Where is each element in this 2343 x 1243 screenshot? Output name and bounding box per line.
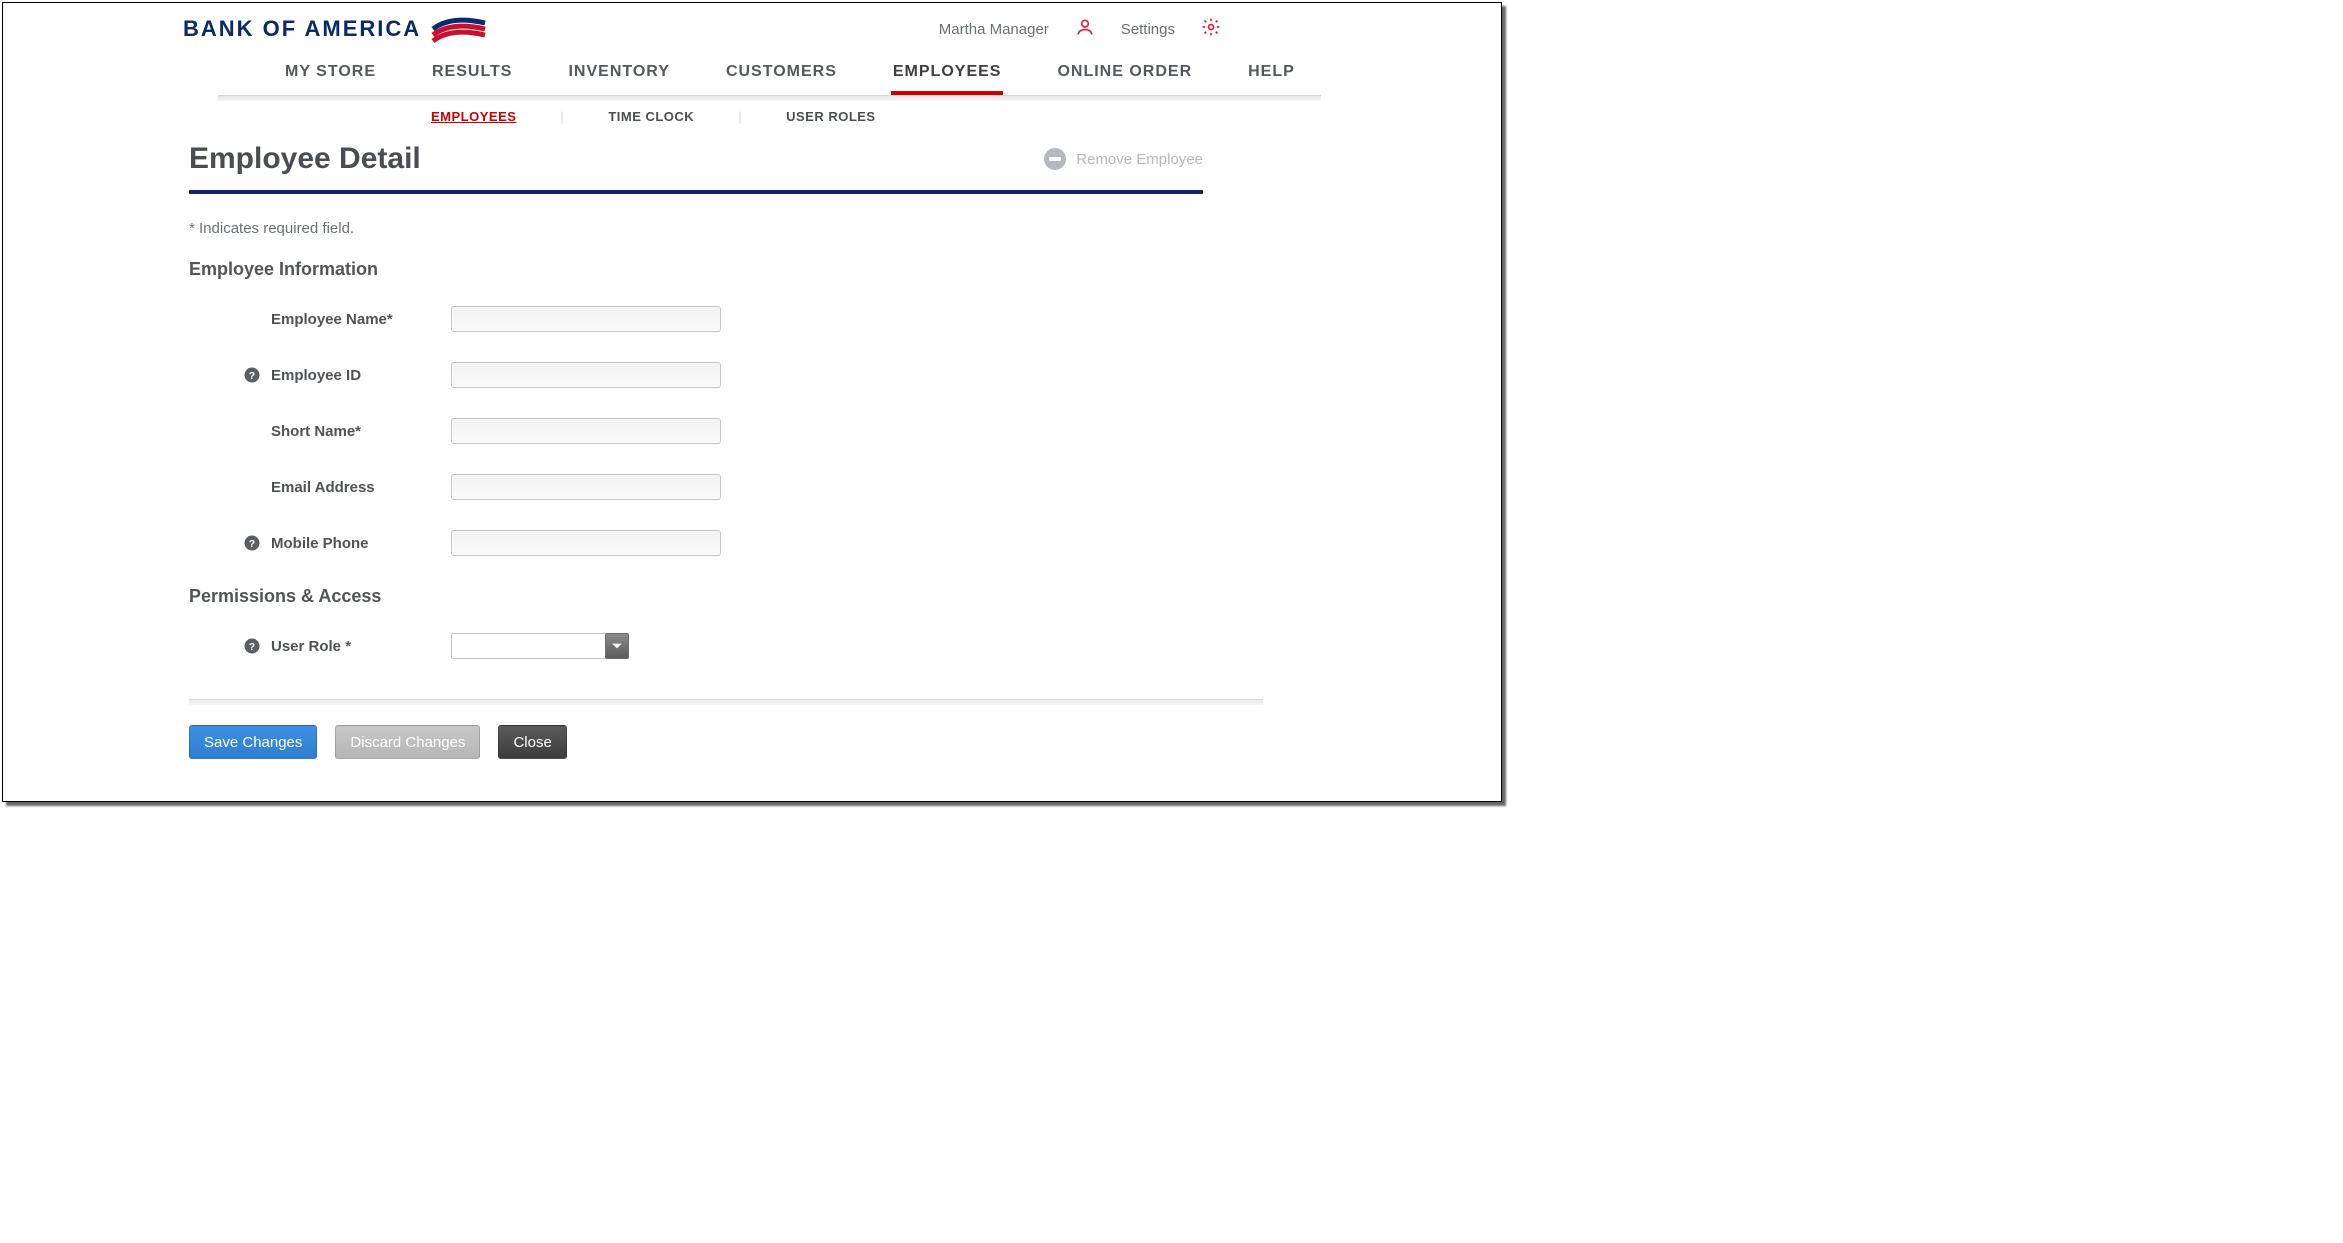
select-user-role-value — [451, 633, 605, 659]
app-window: BANK OF AMERICA Martha Manager Settings — [2, 2, 1502, 802]
subtab-employees[interactable]: EMPLOYEES — [423, 109, 524, 124]
label-user-role: User Role * — [271, 638, 441, 655]
subtab-user-roles[interactable]: USER ROLES — [778, 109, 884, 124]
brand-logo: BANK OF AMERICA — [183, 15, 487, 43]
minus-circle-icon — [1044, 148, 1066, 170]
row-mobile: ? Mobile Phone — [189, 530, 1203, 556]
remove-employee-label: Remove Employee — [1076, 151, 1203, 168]
discard-button[interactable]: Discard Changes — [335, 725, 480, 759]
tab-customers[interactable]: CUSTOMERS — [724, 57, 839, 95]
help-icon[interactable]: ? — [243, 366, 261, 384]
user-name[interactable]: Martha Manager — [939, 21, 1049, 38]
subnav-divider: | — [738, 109, 742, 124]
title-row: Employee Detail Remove Employee — [189, 132, 1203, 194]
tab-help[interactable]: HELP — [1246, 57, 1297, 95]
header-right: Martha Manager Settings — [939, 17, 1221, 41]
brand-flag-icon — [431, 15, 487, 43]
tab-online-order[interactable]: ONLINE ORDER — [1055, 57, 1194, 95]
tab-employees[interactable]: EMPLOYEES — [891, 57, 1004, 95]
close-button[interactable]: Close — [498, 725, 566, 759]
label-employee-name: Employee Name* — [271, 311, 441, 328]
row-email: Email Address — [189, 474, 1203, 500]
input-mobile[interactable] — [451, 530, 721, 556]
svg-text:?: ? — [249, 370, 255, 382]
label-mobile: Mobile Phone — [271, 535, 441, 552]
row-employee-name: Employee Name* — [189, 306, 1203, 332]
footer-buttons: Save Changes Discard Changes Close — [3, 705, 1501, 759]
remove-employee-link[interactable]: Remove Employee — [1044, 148, 1203, 170]
content: Employee Detail Remove Employee * Indica… — [3, 132, 1263, 659]
svg-text:?: ? — [249, 538, 255, 550]
select-user-role[interactable] — [451, 633, 751, 659]
header: BANK OF AMERICA Martha Manager Settings — [3, 3, 1501, 43]
row-employee-id: ? Employee ID — [189, 362, 1203, 388]
section-employee-info: Employee Information — [189, 259, 1203, 280]
user-icon[interactable] — [1075, 17, 1095, 41]
help-icon[interactable]: ? — [243, 534, 261, 552]
page-title: Employee Detail — [189, 142, 421, 176]
subtab-time-clock[interactable]: TIME CLOCK — [600, 109, 702, 124]
required-note: * Indicates required field. — [189, 194, 1203, 259]
gear-icon[interactable] — [1201, 17, 1221, 41]
brand-text: BANK OF AMERICA — [183, 16, 421, 42]
subnav-divider: | — [560, 109, 564, 124]
settings-link[interactable]: Settings — [1121, 21, 1175, 38]
save-button[interactable]: Save Changes — [189, 725, 317, 759]
label-email: Email Address — [271, 479, 441, 496]
tab-results[interactable]: RESULTS — [430, 57, 514, 95]
row-user-role: ? User Role * — [189, 633, 1203, 659]
label-short-name: Short Name* — [271, 423, 441, 440]
svg-text:?: ? — [249, 641, 255, 653]
label-employee-id: Employee ID — [271, 367, 441, 384]
row-short-name: Short Name* — [189, 418, 1203, 444]
tab-inventory[interactable]: INVENTORY — [566, 57, 671, 95]
input-employee-name[interactable] — [451, 306, 721, 332]
input-email[interactable] — [451, 474, 721, 500]
tab-my-store[interactable]: MY STORE — [283, 57, 378, 95]
chevron-down-icon — [605, 633, 629, 659]
help-icon[interactable]: ? — [243, 637, 261, 655]
main-nav: MY STORE RESULTS INVENTORY CUSTOMERS EMP… — [3, 57, 1501, 95]
section-permissions: Permissions & Access — [189, 586, 1203, 607]
input-short-name[interactable] — [451, 418, 721, 444]
input-employee-id[interactable] — [451, 362, 721, 388]
sub-nav: EMPLOYEES | TIME CLOCK | USER ROLES — [3, 101, 1501, 132]
